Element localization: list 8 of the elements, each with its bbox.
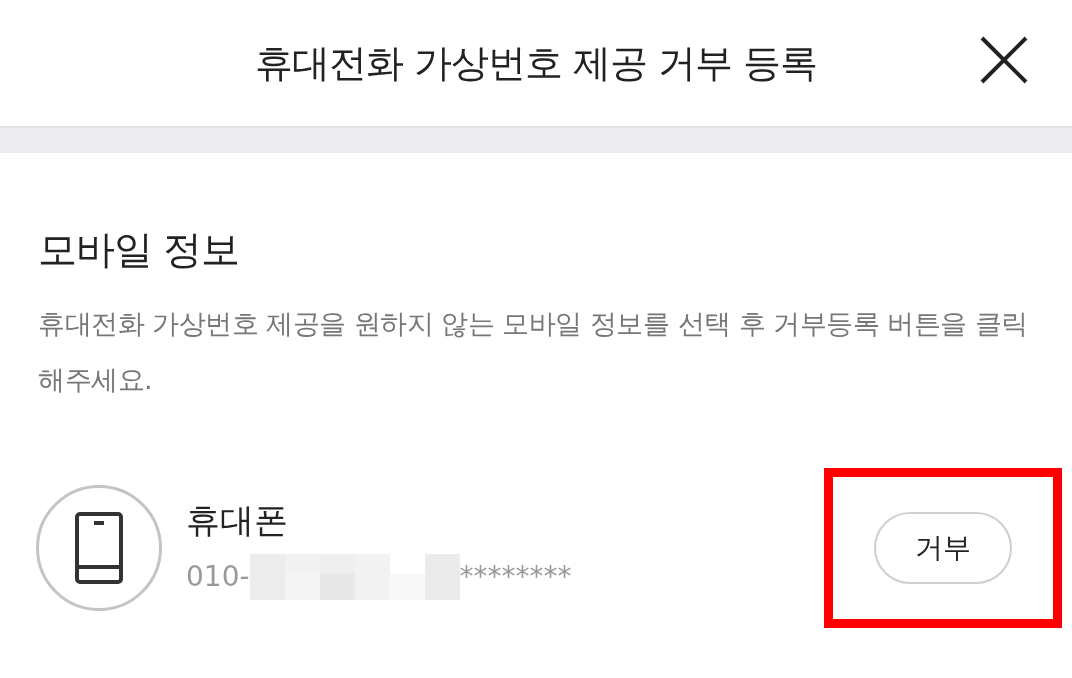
section-description: 휴대전화 가상번호 제공을 원하지 않는 모바일 정보를 선택 후 거부등록 버튼을 클릭 해주세요. — [38, 306, 1028, 397]
device-name: 휴대폰 — [186, 499, 289, 542]
phone-number-prefix: 010- — [186, 559, 250, 595]
phone-icon — [36, 484, 162, 611]
section-heading: 모바일 정보 — [38, 226, 241, 274]
page-title: 휴대전화 가상번호 제공 거부 등록 — [254, 39, 818, 87]
phone-number-mask: ******** — [459, 559, 572, 595]
reject-button[interactable]: 거부 — [874, 511, 1012, 584]
